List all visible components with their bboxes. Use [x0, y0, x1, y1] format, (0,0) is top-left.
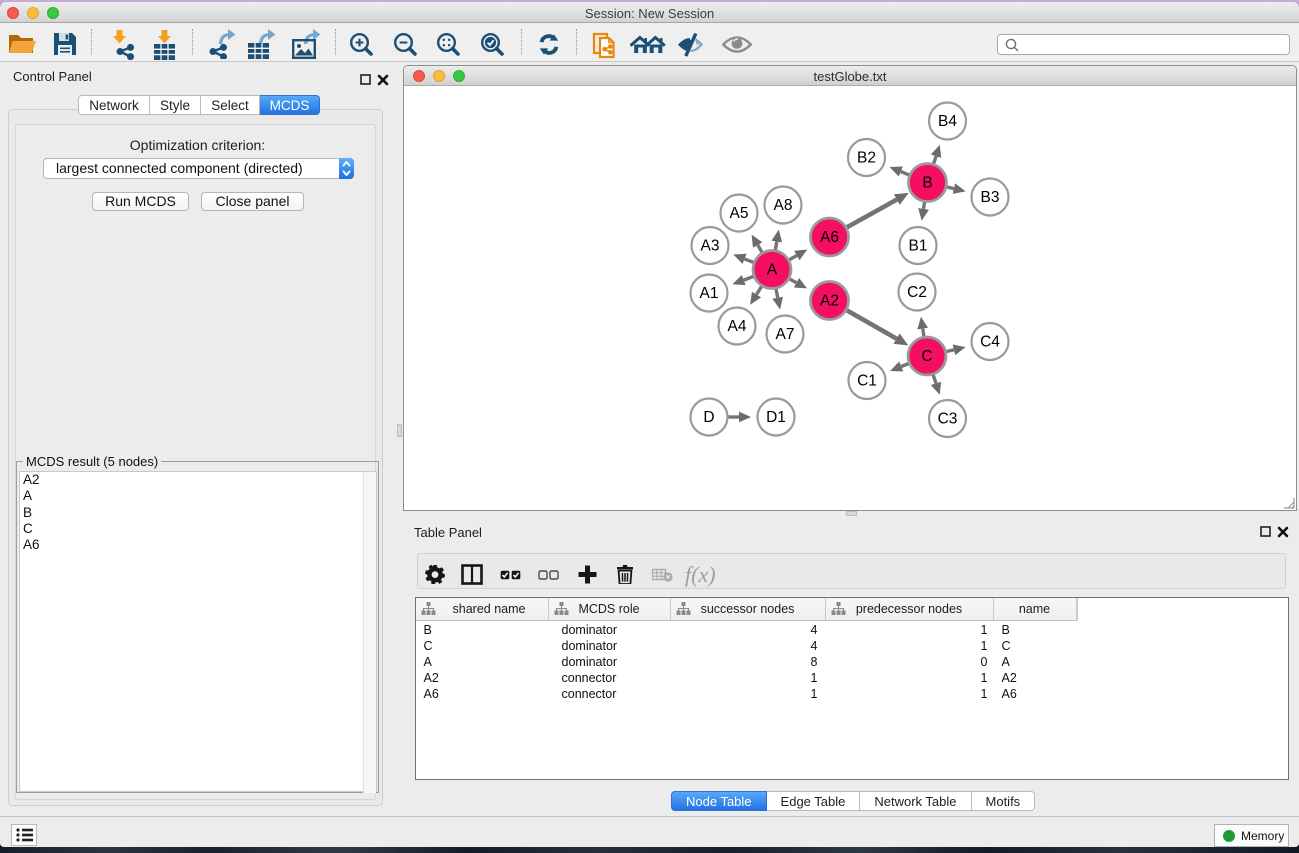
svg-text:A5: A5 [730, 205, 749, 222]
svg-text:A1: A1 [700, 285, 719, 302]
svg-text:B: B [922, 175, 932, 192]
svg-text:C3: C3 [938, 411, 958, 428]
svg-text:D: D [703, 409, 714, 426]
svg-text:C: C [921, 348, 932, 365]
svg-text:A3: A3 [701, 238, 720, 255]
svg-text:D1: D1 [766, 409, 786, 426]
svg-text:B3: B3 [981, 189, 1000, 206]
svg-text:A4: A4 [728, 318, 747, 335]
svg-text:C1: C1 [857, 373, 877, 390]
svg-text:B1: B1 [909, 238, 928, 255]
svg-text:A6: A6 [820, 229, 839, 246]
svg-text:A2: A2 [820, 293, 839, 310]
svg-text:f(x): f(x) [685, 562, 716, 587]
svg-text:C4: C4 [980, 334, 1000, 351]
svg-text:C2: C2 [907, 284, 927, 301]
svg-text:A8: A8 [774, 197, 793, 214]
svg-text:A: A [767, 262, 778, 279]
svg-text:A7: A7 [776, 326, 795, 343]
svg-text:B4: B4 [938, 113, 957, 130]
svg-text:B2: B2 [857, 150, 876, 167]
